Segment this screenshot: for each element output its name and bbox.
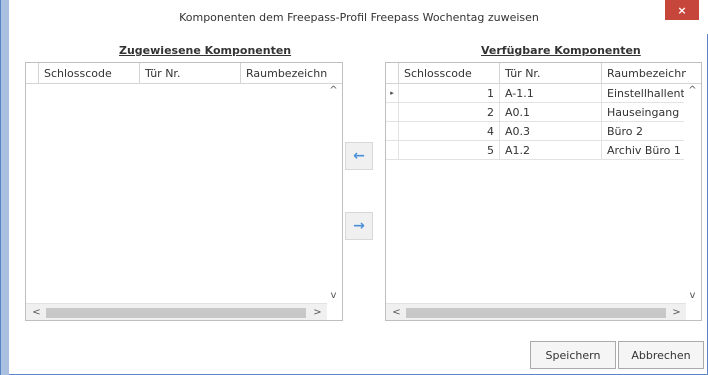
assign-arrow-left-button[interactable]: ← [345,142,373,170]
assigned-scroll-thumb[interactable] [46,308,306,318]
scroll-left-icon[interactable]: < [28,304,45,321]
available-grid[interactable]: Schlosscode Tür Nr. Raumbezeichnung ▸ 1 … [385,62,702,321]
scroll-down-icon[interactable]: v [325,289,342,303]
cell-schlosscode[interactable]: 5 [399,141,500,160]
save-button[interactable]: Speichern [530,341,616,369]
remove-arrow-right-button[interactable]: → [345,212,373,240]
assigned-grid[interactable]: Schlosscode Tür Nr. Raumbezeichnung ^ v … [25,62,343,321]
assigned-vertical-scrollbar[interactable]: ^ v [325,84,342,303]
table-row[interactable]: 2 A0.1 Hauseingang [386,103,686,122]
table-row[interactable]: 4 A0.3 Büro 2 [386,122,686,141]
scroll-down-icon[interactable]: v [684,289,701,303]
scroll-right-icon[interactable]: > [309,304,326,321]
row-header [386,122,399,141]
close-button[interactable]: × [665,0,699,20]
scroll-up-icon[interactable]: ^ [325,84,342,98]
cancel-button[interactable]: Abbrechen [618,341,704,369]
window-left-border [1,0,9,375]
cell-schlosscode[interactable]: 1 [399,84,500,103]
cell-raumbezeichnung[interactable]: Archiv Büro 1 [602,141,686,160]
cell-raumbezeichnung[interactable]: Hauseingang [602,103,686,122]
cell-tuer-nr[interactable]: A1.2 [500,141,602,160]
dialog-window: Komponenten dem Freepass-Profil Freepass… [0,0,708,375]
scroll-left-icon[interactable]: < [388,304,405,321]
cell-raumbezeichnung[interactable]: Büro 2 [602,122,686,141]
cell-tuer-nr[interactable]: A-1.1 [500,84,602,103]
row-header-corner [26,63,39,84]
cell-raumbezeichnung[interactable]: Einstellhallentor S [602,84,686,103]
cell-schlosscode[interactable]: 4 [399,122,500,141]
scroll-right-icon[interactable]: > [668,304,685,321]
selected-row-indicator-icon: ▸ [386,84,399,103]
assigned-title: Zugewiesene Komponenten [119,44,292,57]
window-title: Komponenten dem Freepass-Profil Freepass… [179,11,539,24]
assigned-column-schlosscode[interactable]: Schlosscode [39,63,140,84]
assigned-horizontal-scrollbar[interactable]: < > [26,303,327,320]
table-row[interactable]: 5 A1.2 Archiv Büro 1 [386,141,686,160]
available-grid-header: Schlosscode Tür Nr. Raumbezeichnung [386,63,701,84]
title-bar[interactable]: Komponenten dem Freepass-Profil Freepass… [9,0,708,34]
assigned-column-raumbezeichnung[interactable]: Raumbezeichnung [241,63,327,84]
cell-tuer-nr[interactable]: A0.3 [500,122,602,141]
row-header [386,141,399,160]
assigned-grid-header: Schlosscode Tür Nr. Raumbezeichnung [26,63,342,84]
available-scroll-thumb[interactable] [406,308,666,318]
cell-tuer-nr[interactable]: A0.1 [500,103,602,122]
cell-schlosscode[interactable]: 2 [399,103,500,122]
row-header [386,103,399,122]
available-vertical-scrollbar[interactable]: ^ v [684,84,701,303]
available-title: Verfügbare Komponenten [481,44,641,57]
table-row[interactable]: ▸ 1 A-1.1 Einstellhallentor S [386,84,686,103]
available-column-raumbezeichnung[interactable]: Raumbezeichnung [602,63,686,84]
scroll-up-icon[interactable]: ^ [684,84,701,98]
available-column-tuer-nr[interactable]: Tür Nr. [500,63,602,84]
assigned-column-tuer-nr[interactable]: Tür Nr. [140,63,241,84]
available-column-schlosscode[interactable]: Schlosscode [399,63,500,84]
row-header-corner [386,63,399,84]
available-horizontal-scrollbar[interactable]: < > [386,303,686,320]
